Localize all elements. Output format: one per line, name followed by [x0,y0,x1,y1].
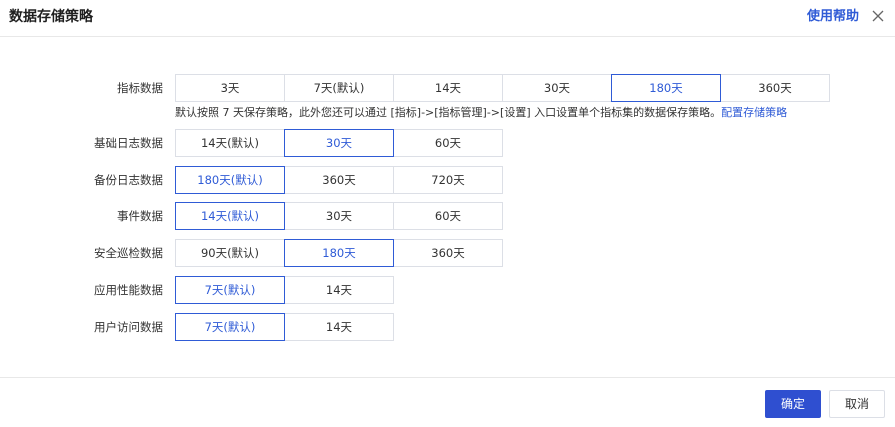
event-option[interactable]: 60天 [393,202,503,230]
configure-storage-policy-link[interactable]: 配置存储策略 [721,106,787,119]
base-log-row: 基础日志数据 14天(默认) 30天 60天 [0,129,895,157]
apm-row: 应用性能数据 7天(默认) 14天 [0,276,895,304]
metrics-option[interactable]: 360天 [720,74,830,102]
base-log-option[interactable]: 30天 [284,129,394,157]
backup-log-option[interactable]: 720天 [393,166,503,194]
base-log-option[interactable]: 60天 [393,129,503,157]
event-option[interactable]: 30天 [284,202,394,230]
metrics-hint: 默认按照 7 天保存策略，此外您还可以通过 [指标]->[指标管理]->[设置]… [175,105,787,121]
hint-text: 默认按照 7 天保存策略，此外您还可以通过 [指标]->[指标管理]->[设置]… [175,106,722,119]
apm-option[interactable]: 14天 [284,276,394,304]
cancel-button[interactable]: 取消 [829,390,885,418]
rum-option[interactable]: 14天 [284,313,394,341]
dialog-header: 数据存储策略 使用帮助 [0,0,895,37]
base-log-label: 基础日志数据 [94,136,163,150]
base-log-option[interactable]: 14天(默认) [175,129,285,157]
backup-log-row: 备份日志数据 180天(默认) 360天 720天 [0,166,895,194]
event-row: 事件数据 14天(默认) 30天 60天 [0,202,895,230]
backup-log-option[interactable]: 360天 [284,166,394,194]
backup-log-option[interactable]: 180天(默认) [175,166,285,194]
backup-log-options: 180天(默认) 360天 720天 [175,166,503,194]
apm-options: 7天(默认) 14天 [175,276,394,304]
apm-option[interactable]: 7天(默认) [175,276,285,304]
security-option[interactable]: 360天 [393,239,503,267]
backup-log-label: 备份日志数据 [94,173,163,187]
base-log-options: 14天(默认) 30天 60天 [175,129,503,157]
metrics-option[interactable]: 30天 [502,74,612,102]
rum-option[interactable]: 7天(默认) [175,313,285,341]
metrics-label: 指标数据 [117,81,163,95]
metrics-options: 3天 7天(默认) 14天 30天 180天 360天 [175,74,830,102]
event-option[interactable]: 14天(默认) [175,202,285,230]
metrics-row: 指标数据 3天 7天(默认) 14天 30天 180天 360天 [0,74,895,102]
security-row: 安全巡检数据 90天(默认) 180天 360天 [0,239,895,267]
metrics-option[interactable]: 14天 [393,74,503,102]
close-icon[interactable] [870,8,886,24]
dialog-title: 数据存储策略 [9,9,93,25]
confirm-button[interactable]: 确定 [765,390,821,418]
event-label: 事件数据 [117,209,163,223]
security-options: 90天(默认) 180天 360天 [175,239,503,267]
apm-label: 应用性能数据 [94,283,163,297]
rum-row: 用户访问数据 7天(默认) 14天 [0,313,895,341]
help-link[interactable]: 使用帮助 [807,7,859,27]
rum-options: 7天(默认) 14天 [175,313,394,341]
security-option[interactable]: 90天(默认) [175,239,285,267]
metrics-option[interactable]: 3天 [175,74,285,102]
security-option[interactable]: 180天 [284,239,394,267]
rum-label: 用户访问数据 [94,320,163,334]
event-options: 14天(默认) 30天 60天 [175,202,503,230]
dialog-footer: 确定 取消 [0,377,895,427]
metrics-option[interactable]: 7天(默认) [284,74,394,102]
metrics-option[interactable]: 180天 [611,74,721,102]
security-label: 安全巡检数据 [94,246,163,260]
storage-policy-dialog: 数据存储策略 使用帮助 指标数据 3天 7天(默认) 14天 30天 180天 … [0,0,895,426]
